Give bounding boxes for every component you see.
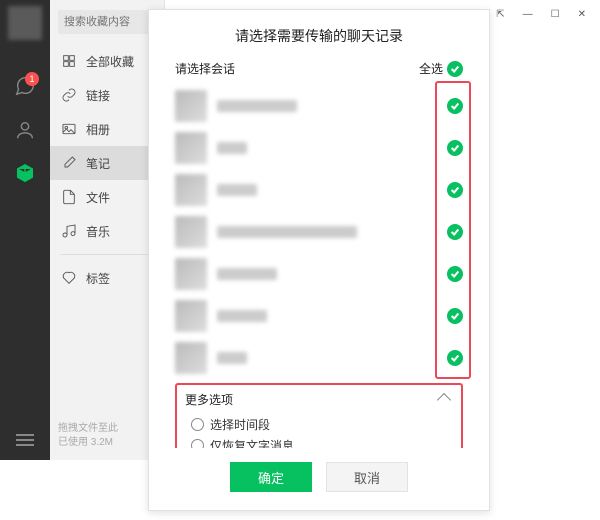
chat-avatar [175,258,207,290]
chat-avatar [175,174,207,206]
sidebar-item[interactable]: 全部收藏 [50,44,164,78]
check-icon [447,61,463,77]
menu-icon[interactable] [13,428,37,452]
more-options-label[interactable]: 更多选项 [185,391,233,408]
sidebar-item-icon [60,120,78,138]
chat-name [217,310,267,322]
chat-row[interactable] [175,211,463,253]
sidebar-footer: 拖拽文件至此 已使用 3.2M [50,416,164,460]
minimize-icon[interactable]: — [523,9,533,20]
sidebar-item-label: 标签 [86,270,110,287]
chat-name [217,268,277,280]
sidebar-item-icon [60,269,78,287]
search-input[interactable] [58,10,156,34]
radio-icon [191,439,204,448]
sidebar-item-label: 全部收藏 [86,53,134,70]
sidebar-item-label: 相册 [86,121,110,138]
sidebar-item[interactable]: 笔记 [50,146,164,180]
favorites-icon[interactable] [13,162,37,186]
modal-title: 请选择需要传输的聊天记录 [149,10,489,60]
chat-row[interactable] [175,85,463,127]
pin-icon[interactable]: ⇱ [496,9,504,20]
sidebar-item-label: 笔记 [86,155,110,172]
chat-list [175,85,463,379]
chat-name [217,142,247,154]
maximize-icon[interactable]: ☐ [551,9,560,20]
user-avatar[interactable] [8,6,42,40]
chat-name [217,184,257,196]
ok-button[interactable]: 确定 [230,462,312,492]
sidebar-item-icon [60,154,78,172]
sidebar-item-icon [60,222,78,240]
sidebar-item-label: 链接 [86,87,110,104]
check-icon[interactable] [447,308,463,324]
window-controls: ⇱ — ☐ ✕ [482,0,600,28]
sidebar-item-label: 文件 [86,189,110,206]
sidebar-item-label: 音乐 [86,223,110,240]
sidebar-item-icon [60,188,78,206]
check-icon[interactable] [447,98,463,114]
cancel-button[interactable]: 取消 [326,462,408,492]
chat-name [217,226,357,238]
chat-avatar [175,132,207,164]
chat-name [217,352,247,364]
sidebar-item[interactable]: 音乐 [50,214,164,248]
chat-avatar [175,216,207,248]
chevron-up-icon[interactable] [437,392,451,406]
option-text-only[interactable]: 仅恢复文字消息 [191,437,453,448]
contacts-icon[interactable] [13,118,37,142]
sidebar-item[interactable]: 文件 [50,180,164,214]
unread-badge: 1 [25,72,39,86]
chat-row[interactable] [175,253,463,295]
select-session-label: 请选择会话 [175,60,235,77]
chat-name [217,100,297,112]
transfer-chat-modal: 请选择需要传输的聊天记录 请选择会话 全选 更多选项 选择时间段 仅恢复文字消息 [148,9,490,511]
chat-row[interactable] [175,295,463,337]
check-icon[interactable] [447,224,463,240]
sidebar-item[interactable]: 链接 [50,78,164,112]
sidebar-item-icon [60,52,78,70]
close-icon[interactable]: ✕ [578,9,586,20]
sidebar-item[interactable]: 标签 [50,261,164,295]
chat-avatar [175,300,207,332]
more-options-panel: 更多选项 选择时间段 仅恢复文字消息 [175,383,463,448]
check-icon[interactable] [447,350,463,366]
app-rail: 1 [0,0,50,460]
chat-avatar [175,342,207,374]
chat-row[interactable] [175,337,463,379]
chat-avatar [175,90,207,122]
sidebar-item-icon [60,86,78,104]
check-icon[interactable] [447,140,463,156]
chat-row[interactable] [175,169,463,211]
check-icon[interactable] [447,182,463,198]
chat-row[interactable] [175,127,463,169]
radio-icon [191,418,204,431]
check-icon[interactable] [447,266,463,282]
select-all-toggle[interactable]: 全选 [419,60,463,77]
sidebar-item[interactable]: 相册 [50,112,164,146]
chat-icon[interactable]: 1 [13,74,37,98]
option-time-range[interactable]: 选择时间段 [191,416,453,433]
